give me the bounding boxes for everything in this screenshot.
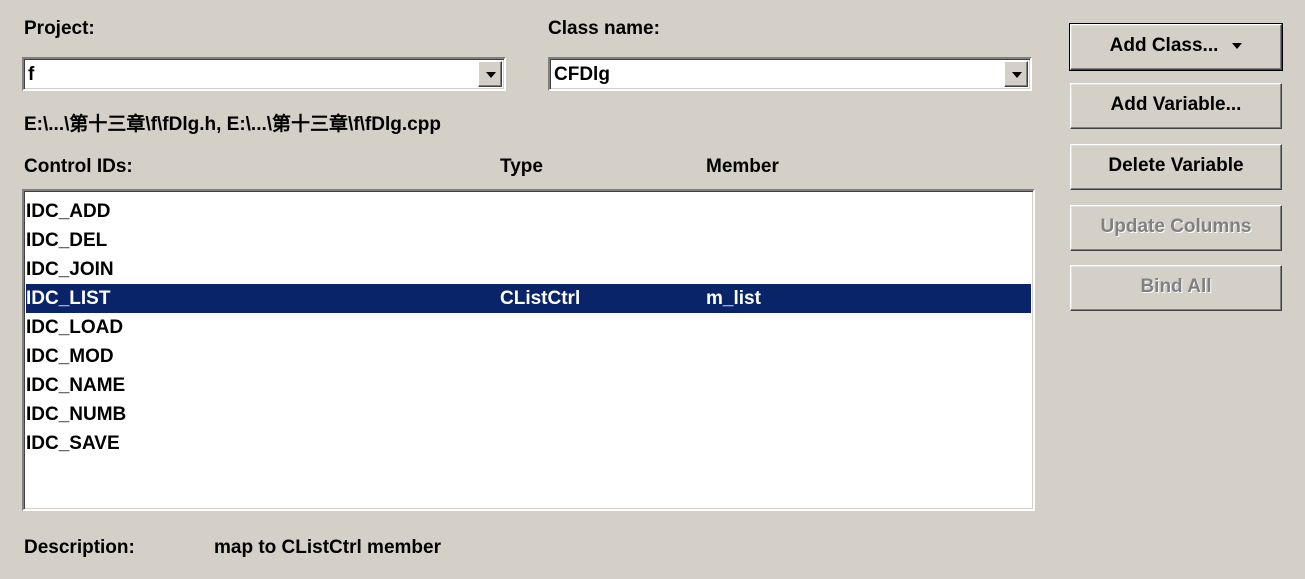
bind-all-button-label: Bind All bbox=[1140, 276, 1212, 297]
list-item[interactable]: IDC_NAME bbox=[24, 371, 1033, 400]
update-columns-button-label: Update Columns bbox=[1100, 216, 1252, 237]
list-item[interactable]: IDC_DEL bbox=[24, 226, 1033, 255]
control-id: IDC_JOIN bbox=[26, 259, 114, 280]
class-name-combobox[interactable]: CFDlg bbox=[548, 57, 1032, 91]
control-id: IDC_NAME bbox=[26, 375, 126, 396]
add-variable-button-label: Add Variable... bbox=[1110, 94, 1242, 115]
project-label: Project: bbox=[24, 18, 95, 39]
list-item[interactable]: IDC_NUMB bbox=[24, 400, 1033, 429]
control-ids-header: Control IDs: bbox=[24, 156, 133, 177]
project-value: f bbox=[28, 64, 35, 85]
control-id: IDC_DEL bbox=[26, 230, 108, 251]
class-name-dropdown-arrow-icon[interactable] bbox=[1004, 61, 1028, 87]
list-item[interactable]: IDC_LIST CListCtrl m_list bbox=[26, 284, 1031, 313]
delete-variable-button-label: Delete Variable bbox=[1108, 155, 1244, 176]
member-header: Member bbox=[706, 156, 779, 177]
control-type: CListCtrl bbox=[500, 288, 581, 309]
delete-variable-button[interactable]: Delete Variable bbox=[1070, 144, 1282, 190]
control-id: IDC_LOAD bbox=[26, 317, 124, 338]
add-variable-button[interactable]: Add Variable... bbox=[1070, 83, 1282, 129]
project-combobox[interactable]: f bbox=[22, 57, 506, 91]
bind-all-button[interactable]: Bind All bbox=[1070, 265, 1282, 311]
class-name-value: CFDlg bbox=[554, 64, 610, 85]
control-id: IDC_LIST bbox=[26, 288, 111, 309]
add-class-button[interactable]: Add Class... bbox=[1069, 23, 1283, 71]
add-class-button-label: Add Class... bbox=[1109, 35, 1219, 56]
control-id: IDC_ADD bbox=[26, 201, 111, 222]
description-text: map to CListCtrl member bbox=[214, 537, 441, 558]
control-ids-listbox[interactable]: IDC_ADD IDC_DEL IDC_JOIN IDC_LIST CListCtrl m… bbox=[22, 189, 1035, 511]
update-columns-button[interactable]: Update Columns bbox=[1070, 205, 1282, 251]
list-item[interactable]: IDC_ADD bbox=[24, 197, 1033, 226]
control-id: IDC_NUMB bbox=[26, 404, 127, 425]
description-label: Description: bbox=[24, 537, 135, 558]
list-item[interactable]: IDC_MOD bbox=[24, 342, 1033, 371]
control-id: IDC_MOD bbox=[26, 346, 114, 367]
list-item[interactable]: IDC_SAVE bbox=[24, 429, 1033, 458]
file-path-text: E:\...\第十三章\f\fDlg.h, E:\...\第十三章\f\fDlg… bbox=[24, 114, 441, 135]
chevron-down-icon bbox=[1232, 42, 1243, 49]
type-header: Type bbox=[500, 156, 543, 177]
control-id: IDC_SAVE bbox=[26, 433, 120, 454]
control-member: m_list bbox=[706, 288, 761, 309]
list-item[interactable]: IDC_LOAD bbox=[24, 313, 1033, 342]
list-item[interactable]: IDC_JOIN bbox=[24, 255, 1033, 284]
class-name-label: Class name: bbox=[548, 18, 660, 39]
project-dropdown-arrow-icon[interactable] bbox=[478, 61, 502, 87]
